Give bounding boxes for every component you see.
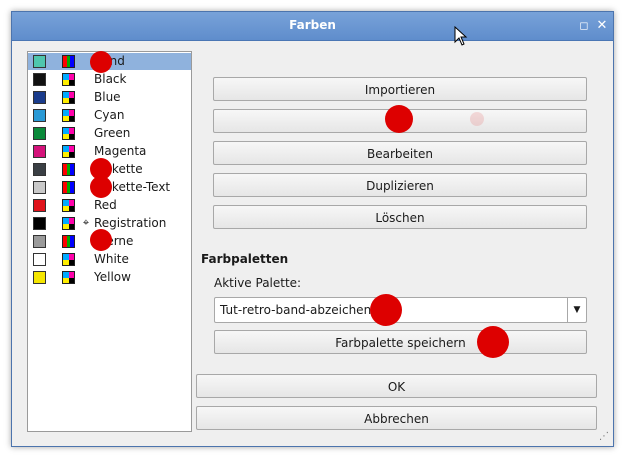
marker-dot [90, 229, 112, 251]
marker-dot [90, 176, 112, 198]
color-name: Black [94, 72, 127, 86]
color-name: Cyan [94, 108, 125, 122]
cmyk-color-icon [62, 109, 75, 122]
title-bar[interactable]: Farben ◻ ✕ [12, 12, 613, 41]
color-swatch [33, 199, 46, 212]
rgb-color-icon [62, 55, 75, 68]
color-swatch [33, 181, 46, 194]
color-list-item[interactable]: White [28, 251, 191, 268]
cmyk-color-icon [62, 127, 75, 140]
color-list-item[interactable]: Red [28, 197, 191, 214]
resize-grip-icon[interactable]: ⋰ [599, 431, 609, 442]
color-swatch [33, 55, 46, 68]
marker-dot [385, 105, 413, 133]
color-name: Yellow [94, 270, 131, 284]
marker-dot [477, 326, 509, 358]
rgb-color-icon [62, 163, 75, 176]
ok-button[interactable]: OK [196, 374, 597, 398]
color-swatch [33, 73, 46, 86]
maximize-icon[interactable]: ◻ [577, 19, 591, 33]
palettes-heading: Farbpaletten [201, 252, 289, 266]
color-swatch [33, 91, 46, 104]
cancel-button[interactable]: Abbrechen [196, 406, 597, 430]
color-swatch [33, 253, 46, 266]
color-list-item[interactable]: Magenta [28, 143, 191, 160]
active-palette-label: Aktive Palette: [214, 276, 302, 290]
color-name: Green [94, 126, 131, 140]
import-button[interactable]: Importieren [213, 77, 587, 101]
edit-button[interactable]: Bearbeiten [213, 141, 587, 165]
color-swatch [33, 163, 46, 176]
color-name: Magenta [94, 144, 147, 158]
cmyk-color-icon [62, 253, 75, 266]
color-list-item[interactable]: Green [28, 125, 191, 142]
save-palette-button[interactable]: Farbpalette speichern [214, 330, 587, 354]
mouse-pointer-icon [454, 26, 468, 46]
delete-button[interactable]: Löschen [213, 205, 587, 229]
cmyk-color-icon [62, 271, 75, 284]
color-swatch [33, 145, 46, 158]
color-name: Blue [94, 90, 121, 104]
color-name: White [94, 252, 129, 266]
color-name: Red [94, 198, 117, 212]
rgb-color-icon [62, 235, 75, 248]
chevron-down-icon[interactable]: ▼ [567, 298, 586, 322]
color-swatch [33, 217, 46, 230]
color-list-item[interactable]: Yellow [28, 269, 191, 286]
color-list-item[interactable]: Black [28, 71, 191, 88]
color-swatch [33, 235, 46, 248]
color-list-item[interactable]: Cyan [28, 107, 191, 124]
color-swatch [33, 109, 46, 122]
color-name: Registration [94, 216, 167, 230]
marker-dot [370, 294, 402, 326]
color-list-item[interactable]: ⌖ Registration [28, 215, 191, 232]
cmyk-color-icon [62, 73, 75, 86]
cmyk-color-icon [62, 217, 75, 230]
color-swatch [33, 271, 46, 284]
color-swatch [33, 127, 46, 140]
active-palette-value: Tut-retro-band-abzeichen [220, 303, 372, 317]
crosshair-icon: ⌖ [82, 216, 90, 229]
cmyk-color-icon [62, 145, 75, 158]
cmyk-color-icon [62, 199, 75, 212]
window-title: Farben [289, 18, 336, 32]
marker-dot-faint [470, 112, 484, 126]
cmyk-color-icon [62, 91, 75, 104]
marker-dot [90, 51, 112, 73]
color-list-item[interactable]: Blue [28, 89, 191, 106]
duplicate-button[interactable]: Duplizieren [213, 173, 587, 197]
rgb-color-icon [62, 181, 75, 194]
close-icon[interactable]: ✕ [595, 19, 609, 33]
